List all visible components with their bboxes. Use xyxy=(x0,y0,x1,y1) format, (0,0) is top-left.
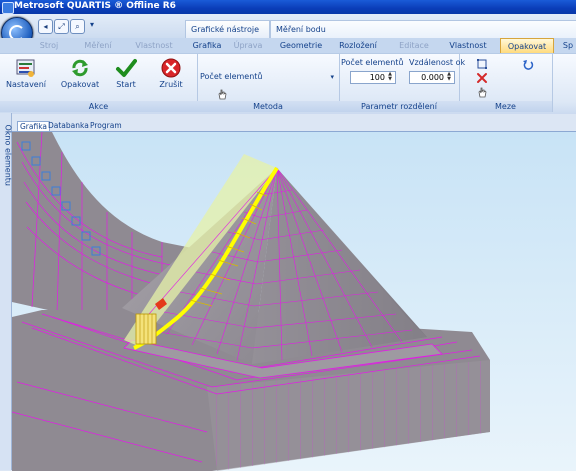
tab-mereni[interactable]: Měření xyxy=(78,38,118,53)
app-icon xyxy=(2,2,14,14)
group-label-meze: Meze xyxy=(459,101,552,112)
tab-uprava[interactable]: Úprava xyxy=(228,38,268,53)
tab-stroj[interactable]: Stroj xyxy=(28,38,70,53)
start-button[interactable]: Start xyxy=(109,54,143,100)
quick-access-fit-button[interactable]: ⤢ xyxy=(54,19,69,34)
count-spinner[interactable]: 100 ▲ ▼ xyxy=(350,71,396,84)
title-bar: Metrosoft QUARTIS ® Offline R6 xyxy=(0,0,576,14)
distance-value: 0.000 xyxy=(421,73,444,82)
cancel-icon xyxy=(161,58,181,78)
count-label: Počet elementů xyxy=(341,58,404,67)
quick-access-back-button[interactable]: ◂ xyxy=(38,19,53,34)
quick-access-dropdown-icon[interactable]: ▾ xyxy=(90,20,94,29)
cad-scene[interactable] xyxy=(12,132,576,471)
method-combo[interactable]: Počet elementů ▾ xyxy=(200,70,334,84)
group-meze: Meze xyxy=(459,54,553,112)
tab-more[interactable]: Sp xyxy=(560,38,576,53)
tab-rozlozeni[interactable]: Rozložení xyxy=(332,38,384,53)
repeat-button[interactable]: Opakovat xyxy=(61,54,99,100)
group-akce: Nastavení Opakovat Start Zrušit Akce xyxy=(0,54,198,112)
count-value: 100 xyxy=(369,73,385,82)
hand-cursor-icon[interactable] xyxy=(216,88,228,100)
tab-editace[interactable]: Editace xyxy=(392,38,436,53)
contextual-tab-graphic-tools: Grafické nástroje xyxy=(185,20,270,39)
repeat-icon xyxy=(72,59,88,77)
tab-geometrie[interactable]: Geometrie xyxy=(274,38,328,53)
graphics-viewport[interactable] xyxy=(12,131,576,471)
select-box-icon[interactable] xyxy=(476,58,488,70)
spinner-arrows-icon[interactable]: ▲ ▼ xyxy=(386,72,394,83)
contextual-tab-point-measurement: Měření bodu xyxy=(270,20,576,39)
tab-vlastnost[interactable]: Vlastnost xyxy=(442,38,494,53)
doc-tab-program[interactable]: Program xyxy=(88,121,124,131)
window-title: Metrosoft QUARTIS ® Offline R6 xyxy=(14,1,176,11)
spinner-arrows-icon[interactable]: ▲ ▼ xyxy=(445,72,453,83)
undo-icon[interactable] xyxy=(522,58,534,70)
doc-tab-databanka[interactable]: Databanka xyxy=(46,121,91,131)
tab-grafika[interactable]: Grafika xyxy=(188,38,226,53)
settings-button[interactable]: Nastavení xyxy=(6,54,46,100)
group-label-parametr: Parametr rozdělení xyxy=(339,101,459,112)
method-combo-value: Počet elementů xyxy=(200,72,263,81)
delete-icon[interactable] xyxy=(476,72,488,84)
tab-vlastnost-disabled[interactable]: Vlastnost xyxy=(128,38,180,53)
hand-cursor-icon[interactable] xyxy=(476,86,488,98)
distance-spinner[interactable]: 0.000 ▲ ▼ xyxy=(409,71,455,84)
group-label-metoda: Metoda xyxy=(197,101,339,112)
settings-icon xyxy=(16,59,35,77)
distance-label: Vzdálenost ok xyxy=(409,58,466,67)
group-label-akce: Akce xyxy=(0,101,197,112)
quick-access-zoom-button[interactable]: ⌕ xyxy=(70,19,85,34)
tab-opakovat[interactable]: Opakovat xyxy=(500,38,554,54)
chevron-down-icon: ▾ xyxy=(330,73,334,81)
checkmark-icon xyxy=(116,59,137,77)
cancel-button[interactable]: Zrušit xyxy=(154,54,188,100)
